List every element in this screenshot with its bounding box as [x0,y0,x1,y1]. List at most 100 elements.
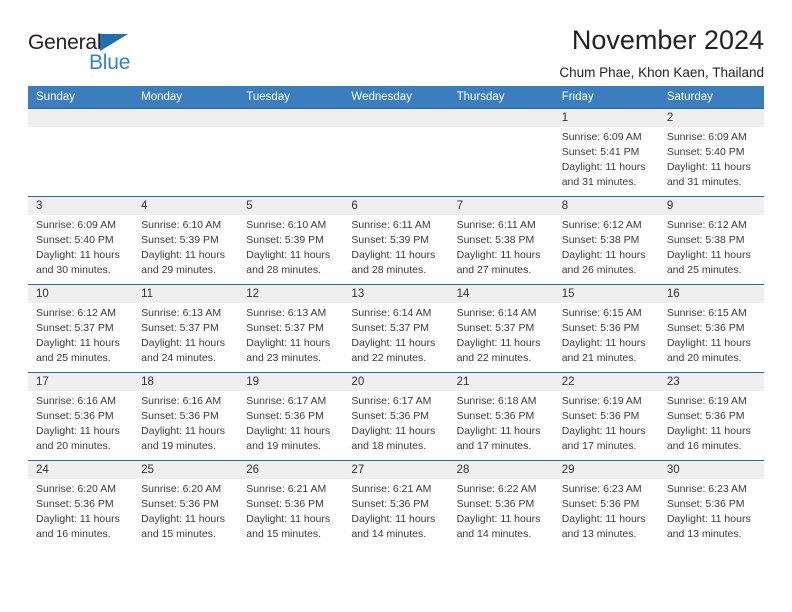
day-cell[interactable]: Sunrise: 6:13 AM Sunset: 5:37 PM Dayligh… [238,303,343,372]
day-cell[interactable]: Sunrise: 6:21 AM Sunset: 5:36 PM Dayligh… [238,479,343,548]
day-number[interactable]: 10 [28,285,133,303]
sunrise-text: Sunrise: 6:17 AM [351,395,432,407]
day-number[interactable]: 25 [133,461,238,479]
day-cell[interactable]: Sunrise: 6:23 AM Sunset: 5:36 PM Dayligh… [659,479,764,548]
daylight-text: Daylight: 11 hours and 20 minutes. [666,337,751,364]
day-cell[interactable]: Sunrise: 6:16 AM Sunset: 5:36 PM Dayligh… [133,391,238,460]
day-number[interactable]: 21 [449,373,554,391]
day-number[interactable]: 7 [449,197,554,215]
day-number[interactable]: 11 [133,285,238,303]
day-number[interactable]: 15 [554,285,659,303]
day-cell[interactable]: Sunrise: 6:10 AM Sunset: 5:39 PM Dayligh… [133,215,238,284]
week-daynumber-band: 3 4 5 6 7 8 9 [28,197,764,215]
sunset-text: Sunset: 5:40 PM [666,146,745,158]
day-cell[interactable]: Sunrise: 6:09 AM Sunset: 5:41 PM Dayligh… [554,127,659,196]
day-number[interactable]: 28 [449,461,554,479]
day-number[interactable]: 5 [238,197,343,215]
sunset-text: Sunset: 5:36 PM [666,410,745,422]
day-cell[interactable] [343,127,448,196]
day-cell[interactable]: Sunrise: 6:12 AM Sunset: 5:38 PM Dayligh… [554,215,659,284]
day-cell[interactable] [238,127,343,196]
day-number[interactable]: 2 [659,109,764,127]
daylight-text: Daylight: 11 hours and 21 minutes. [561,337,646,364]
day-number[interactable]: 27 [343,461,448,479]
day-cell[interactable]: Sunrise: 6:23 AM Sunset: 5:36 PM Dayligh… [554,479,659,548]
day-number[interactable]: 19 [238,373,343,391]
day-number[interactable]: 6 [343,197,448,215]
day-cell[interactable]: Sunrise: 6:18 AM Sunset: 5:36 PM Dayligh… [449,391,554,460]
logo-text-general: General [28,31,102,54]
day-cell[interactable]: Sunrise: 6:14 AM Sunset: 5:37 PM Dayligh… [449,303,554,372]
day-cell[interactable]: Sunrise: 6:15 AM Sunset: 5:36 PM Dayligh… [659,303,764,372]
sunrise-text: Sunrise: 6:09 AM [666,131,747,143]
sunrise-text: Sunrise: 6:10 AM [246,219,327,231]
day-cell[interactable]: Sunrise: 6:10 AM Sunset: 5:39 PM Dayligh… [238,215,343,284]
daylight-text: Daylight: 11 hours and 31 minutes. [666,161,751,188]
day-cell[interactable]: Sunrise: 6:20 AM Sunset: 5:36 PM Dayligh… [133,479,238,548]
sunrise-text: Sunrise: 6:12 AM [666,219,747,231]
day-number[interactable] [133,109,238,127]
day-number[interactable]: 13 [343,285,448,303]
daylight-text: Daylight: 11 hours and 13 minutes. [666,513,751,540]
day-number[interactable]: 23 [659,373,764,391]
day-cell[interactable]: Sunrise: 6:22 AM Sunset: 5:36 PM Dayligh… [449,479,554,548]
sunrise-text: Sunrise: 6:11 AM [456,219,536,231]
day-cell[interactable]: Sunrise: 6:21 AM Sunset: 5:36 PM Dayligh… [343,479,448,548]
day-number[interactable]: 4 [133,197,238,215]
day-cell[interactable]: Sunrise: 6:14 AM Sunset: 5:37 PM Dayligh… [343,303,448,372]
day-number[interactable]: 3 [28,197,133,215]
day-number[interactable]: 14 [449,285,554,303]
week-detail-band: Sunrise: 6:09 AM Sunset: 5:41 PM Dayligh… [28,127,764,196]
sunrise-text: Sunrise: 6:11 AM [351,219,431,231]
daylight-text: Daylight: 11 hours and 19 minutes. [141,425,225,452]
day-number[interactable]: 22 [554,373,659,391]
daylight-text: Daylight: 11 hours and 26 minutes. [561,249,646,276]
day-number[interactable]: 20 [343,373,448,391]
day-cell[interactable]: Sunrise: 6:16 AM Sunset: 5:36 PM Dayligh… [28,391,133,460]
day-number[interactable]: 1 [554,109,659,127]
day-cell[interactable]: Sunrise: 6:20 AM Sunset: 5:36 PM Dayligh… [28,479,133,548]
day-cell[interactable]: Sunrise: 6:19 AM Sunset: 5:36 PM Dayligh… [659,391,764,460]
sunrise-text: Sunrise: 6:16 AM [141,395,222,407]
day-cell[interactable]: Sunrise: 6:09 AM Sunset: 5:40 PM Dayligh… [659,127,764,196]
day-number[interactable] [28,109,133,127]
day-cell[interactable]: Sunrise: 6:17 AM Sunset: 5:36 PM Dayligh… [343,391,448,460]
week-detail-band: Sunrise: 6:16 AM Sunset: 5:36 PM Dayligh… [28,391,764,460]
day-cell[interactable] [449,127,554,196]
day-number[interactable]: 8 [554,197,659,215]
sunset-text: Sunset: 5:36 PM [36,410,114,422]
sunset-text: Sunset: 5:40 PM [36,234,114,246]
day-cell[interactable]: Sunrise: 6:13 AM Sunset: 5:37 PM Dayligh… [133,303,238,372]
day-cell[interactable]: Sunrise: 6:12 AM Sunset: 5:38 PM Dayligh… [659,215,764,284]
day-number[interactable] [343,109,448,127]
week-detail-band: Sunrise: 6:20 AM Sunset: 5:36 PM Dayligh… [28,479,764,548]
day-cell[interactable] [133,127,238,196]
day-number[interactable]: 26 [238,461,343,479]
day-cell[interactable]: Sunrise: 6:12 AM Sunset: 5:37 PM Dayligh… [28,303,133,372]
day-number[interactable]: 24 [28,461,133,479]
daylight-text: Daylight: 11 hours and 27 minutes. [456,249,541,276]
day-number[interactable] [238,109,343,127]
day-number[interactable]: 12 [238,285,343,303]
day-cell[interactable]: Sunrise: 6:15 AM Sunset: 5:36 PM Dayligh… [554,303,659,372]
day-cell[interactable]: Sunrise: 6:17 AM Sunset: 5:36 PM Dayligh… [238,391,343,460]
daylight-text: Daylight: 11 hours and 28 minutes. [351,249,436,276]
daylight-text: Daylight: 11 hours and 29 minutes. [141,249,225,276]
day-cell[interactable]: Sunrise: 6:19 AM Sunset: 5:36 PM Dayligh… [554,391,659,460]
sunset-text: Sunset: 5:37 PM [141,322,219,334]
day-number[interactable]: 17 [28,373,133,391]
day-number[interactable]: 30 [659,461,764,479]
day-number[interactable] [449,109,554,127]
day-number[interactable]: 29 [554,461,659,479]
sunrise-text: Sunrise: 6:23 AM [561,483,642,495]
sunset-text: Sunset: 5:41 PM [561,146,640,158]
day-cell[interactable]: Sunrise: 6:11 AM Sunset: 5:39 PM Dayligh… [343,215,448,284]
sunrise-text: Sunrise: 6:12 AM [561,219,642,231]
day-number[interactable]: 18 [133,373,238,391]
day-number[interactable]: 16 [659,285,764,303]
day-cell[interactable] [28,127,133,196]
day-cell[interactable]: Sunrise: 6:09 AM Sunset: 5:40 PM Dayligh… [28,215,133,284]
generalblue-logo[interactable]: General Blue [28,26,160,74]
day-cell[interactable]: Sunrise: 6:11 AM Sunset: 5:38 PM Dayligh… [449,215,554,284]
day-number[interactable]: 9 [659,197,764,215]
